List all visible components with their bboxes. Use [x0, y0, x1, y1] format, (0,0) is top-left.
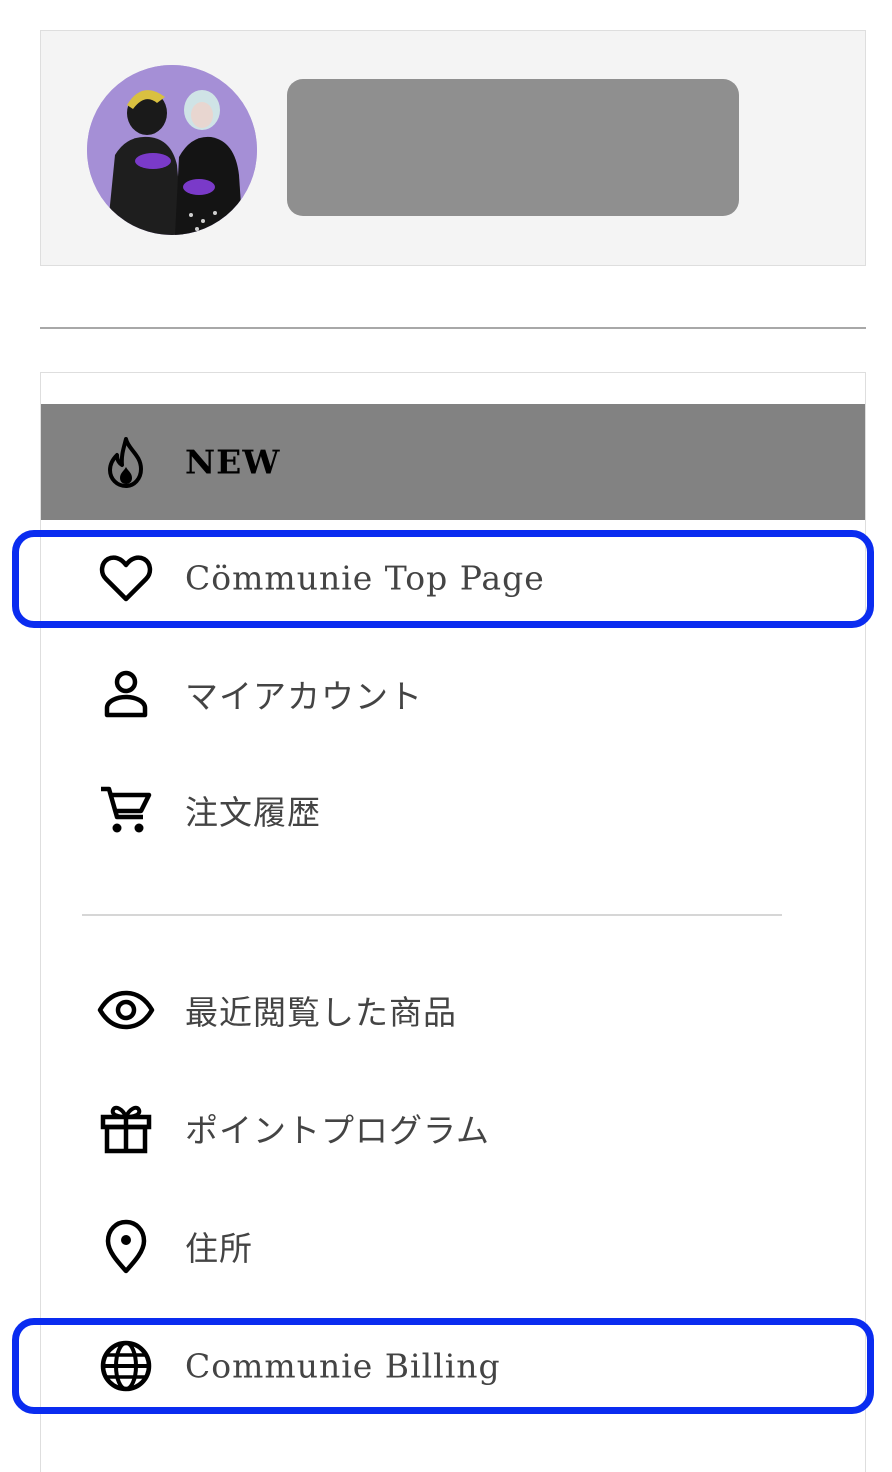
cart-icon — [97, 781, 155, 839]
eye-icon — [97, 981, 155, 1039]
menu-item-label: マイアカウント — [185, 677, 423, 716]
divider — [40, 327, 866, 329]
person-icon — [97, 665, 155, 723]
menu-item-label: NEW — [185, 442, 281, 482]
menu-item-communie-billing[interactable]: Communie Billing — [41, 1308, 865, 1424]
menu-item-communie-top-page[interactable]: Cömmunie Top Page — [41, 520, 865, 636]
heart-icon — [97, 549, 155, 607]
menu-item-order-history[interactable]: 注文履歴 — [41, 752, 865, 868]
menu-item-new[interactable]: NEW — [41, 404, 865, 520]
menu-item-label: ポイントプログラム — [185, 1111, 491, 1150]
menu-item-label: 住所 — [185, 1229, 253, 1268]
globe-icon — [97, 1337, 155, 1395]
redacted-username — [287, 79, 739, 216]
menu-item-label: 注文履歴 — [185, 793, 321, 832]
profile-card — [40, 30, 866, 266]
menu-item-label: 最近閲覧した商品 — [185, 993, 457, 1032]
avatar[interactable] — [87, 65, 257, 235]
menu-item-label: Communie Billing — [185, 1346, 501, 1386]
menu-item-my-account[interactable]: マイアカウント — [41, 636, 865, 752]
menu-item-address[interactable]: 住所 — [41, 1188, 865, 1304]
location-pin-icon — [97, 1217, 155, 1275]
flame-icon — [97, 433, 155, 491]
menu-item-recently-viewed[interactable]: 最近閲覧した商品 — [41, 952, 865, 1068]
avatar-photo — [87, 65, 257, 235]
menu-item-label: Cömmunie Top Page — [185, 558, 545, 598]
section-divider — [82, 914, 782, 916]
menu-item-point-program[interactable]: ポイントプログラム — [41, 1070, 865, 1186]
gift-icon — [97, 1099, 155, 1157]
